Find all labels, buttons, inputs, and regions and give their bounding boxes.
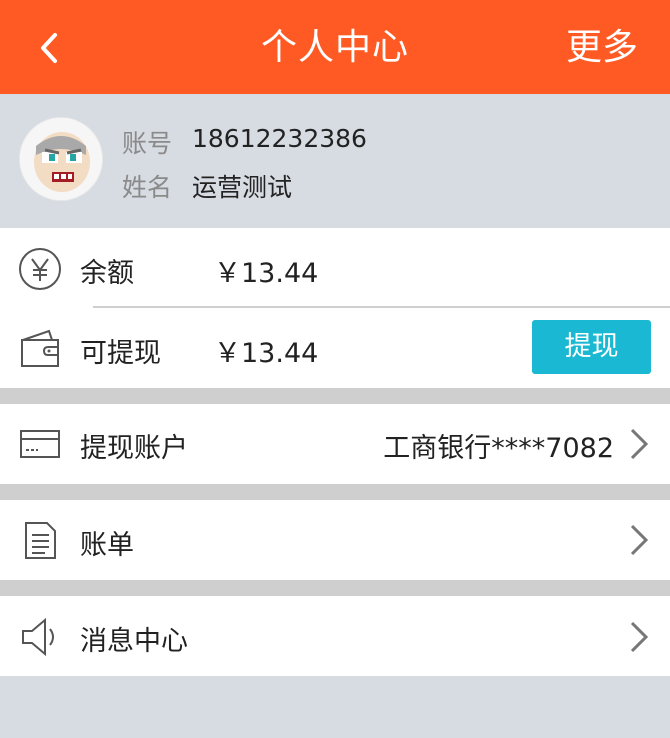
withdrawable-label: 可提现 xyxy=(80,338,161,369)
balance-label: 余额 xyxy=(80,258,134,289)
card-icon xyxy=(20,430,60,458)
chevron-right-icon xyxy=(630,524,649,556)
avatar[interactable] xyxy=(20,118,102,200)
more-button[interactable]: 更多 xyxy=(566,22,638,74)
speaker-icon xyxy=(22,617,54,657)
name-value: 运营测试 xyxy=(192,173,293,202)
chevron-right-icon xyxy=(630,621,649,653)
account-label: 账号 xyxy=(122,129,173,158)
chevron-right-icon xyxy=(630,428,649,460)
top-bar: 个人中心 更多 xyxy=(0,0,670,94)
separator xyxy=(0,484,670,500)
wallet-icon xyxy=(21,329,59,367)
separator xyxy=(0,580,670,596)
bill-icon xyxy=(25,522,56,559)
separator xyxy=(0,388,670,404)
row-divider xyxy=(93,306,670,308)
withdraw-account-value: 工商银行****7082 xyxy=(383,433,614,464)
name-label: 姓名 xyxy=(122,173,173,202)
withdraw-button[interactable]: 提现 xyxy=(532,320,651,374)
bill-label: 账单 xyxy=(80,530,134,561)
account-value: 18612232386 xyxy=(192,124,367,153)
withdrawable-amount: ￥13.44 xyxy=(214,338,319,369)
message-center-label: 消息中心 xyxy=(80,626,188,657)
balance-amount: ￥13.44 xyxy=(214,258,319,289)
yen-icon xyxy=(19,248,61,290)
withdraw-account-label: 提现账户 xyxy=(80,433,188,464)
